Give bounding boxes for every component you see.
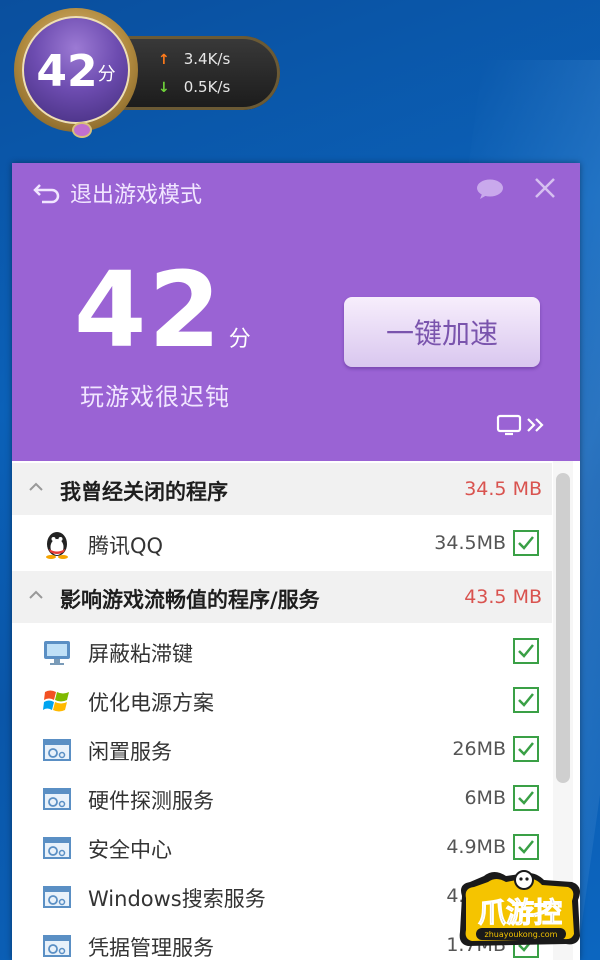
- item-name: Windows搜索服务: [88, 887, 266, 911]
- chevron-up-icon[interactable]: [26, 477, 46, 497]
- service-window-icon: [43, 886, 71, 908]
- item-name: 硬件探测服务: [88, 789, 214, 813]
- ball-jewel-ornament: [72, 122, 92, 138]
- group-title: 我曾经关闭的程序: [60, 480, 228, 504]
- list-item: 屏蔽粘滞键: [12, 627, 552, 676]
- checkmark-icon: [518, 536, 534, 550]
- item-checkbox[interactable]: [513, 638, 539, 664]
- big-score-number: 42: [74, 249, 223, 371]
- zhuayoukong-watermark-logo: 爪游控 zhuayoukong.com: [459, 870, 580, 946]
- item-name: 优化电源方案: [88, 691, 214, 715]
- group-title: 影响游戏流畅值的程序/服务: [60, 588, 320, 612]
- panel-header: 退出游戏模式 42 分 玩游戏很迟钝 一键加速: [12, 163, 580, 461]
- item-checkbox[interactable]: [513, 530, 539, 556]
- screen-expand-icon[interactable]: [496, 413, 552, 437]
- checkmark-icon: [518, 742, 534, 756]
- item-name: 闲置服务: [88, 740, 172, 764]
- upload-arrow-icon: ↑: [158, 52, 170, 68]
- windows-flag-icon: [43, 690, 69, 712]
- close-icon[interactable]: [532, 175, 558, 201]
- list-item: 安全中心 4.9MB: [12, 823, 552, 872]
- list-item: 优化电源方案: [12, 676, 552, 725]
- qq-penguin-icon: [46, 532, 68, 559]
- item-size: 4.9MB: [446, 836, 506, 858]
- item-checkbox[interactable]: [513, 736, 539, 762]
- item-checkbox[interactable]: [513, 785, 539, 811]
- download-speed: ↓ 0.5K/s: [158, 78, 230, 96]
- svg-text:zhuayoukong.com: zhuayoukong.com: [485, 930, 558, 939]
- group-size: 34.5 MB: [464, 478, 542, 500]
- chevron-up-icon[interactable]: [26, 585, 46, 605]
- upload-speed-value: 3.4K/s: [183, 50, 231, 68]
- svg-text:爪游控: 爪游控: [478, 896, 562, 929]
- checkmark-icon: [518, 693, 534, 707]
- item-size: 6MB: [464, 787, 506, 809]
- ball-score: 42分: [22, 46, 130, 97]
- service-window-icon: [43, 935, 71, 957]
- speed-pill: [120, 36, 280, 110]
- upload-speed: ↑ 3.4K/s: [158, 50, 230, 68]
- checkmark-icon: [518, 840, 534, 854]
- item-checkbox[interactable]: [513, 687, 539, 713]
- list-item: 硬件探测服务 6MB: [12, 774, 552, 823]
- chat-bubble-icon[interactable]: [476, 179, 504, 199]
- item-name: 屏蔽粘滞键: [88, 642, 193, 666]
- exit-game-mode-button[interactable]: 退出游戏模式: [32, 177, 202, 209]
- monitor-icon: [44, 641, 70, 665]
- ball-score-unit: 分: [97, 64, 116, 85]
- back-arrow-icon: [33, 184, 60, 204]
- item-name: 腾讯QQ: [88, 534, 164, 558]
- big-score: 42 分: [74, 249, 251, 371]
- item-size: 34.5MB: [434, 532, 506, 554]
- score-description: 玩游戏很迟钝: [80, 383, 230, 411]
- service-window-icon: [43, 788, 71, 810]
- group-header-closed-programs[interactable]: 我曾经关闭的程序 34.5 MB: [12, 463, 552, 515]
- ball-score-number: 42: [36, 46, 98, 97]
- checkmark-icon: [518, 791, 534, 805]
- checkmark-icon: [518, 644, 534, 658]
- group-header-affecting-programs[interactable]: 影响游戏流畅值的程序/服务 43.5 MB: [12, 571, 552, 623]
- item-name: 安全中心: [88, 838, 172, 862]
- group-size: 43.5 MB: [464, 586, 542, 608]
- big-score-unit: 分: [228, 327, 251, 352]
- item-checkbox[interactable]: [513, 834, 539, 860]
- service-window-icon: [43, 837, 71, 859]
- game-mode-panel: 退出游戏模式 42分 玩游戏很迟钝 一键加速 我曾经关闭的程序 34.5 MB: [12, 163, 580, 960]
- item-name: 凭据管理服务: [88, 936, 214, 960]
- item-size: 26MB: [452, 738, 506, 760]
- exit-game-mode-label: 退出游戏模式: [70, 183, 203, 208]
- one-click-boost-button[interactable]: 一键加速: [344, 297, 540, 367]
- download-arrow-icon: ↓: [158, 80, 170, 96]
- list-item: 腾讯QQ 34.5MB: [12, 519, 552, 568]
- service-window-icon: [43, 739, 71, 761]
- download-speed-value: 0.5K/s: [183, 78, 231, 96]
- scrollbar-thumb[interactable]: [556, 473, 570, 783]
- list-item: 闲置服务 26MB: [12, 725, 552, 774]
